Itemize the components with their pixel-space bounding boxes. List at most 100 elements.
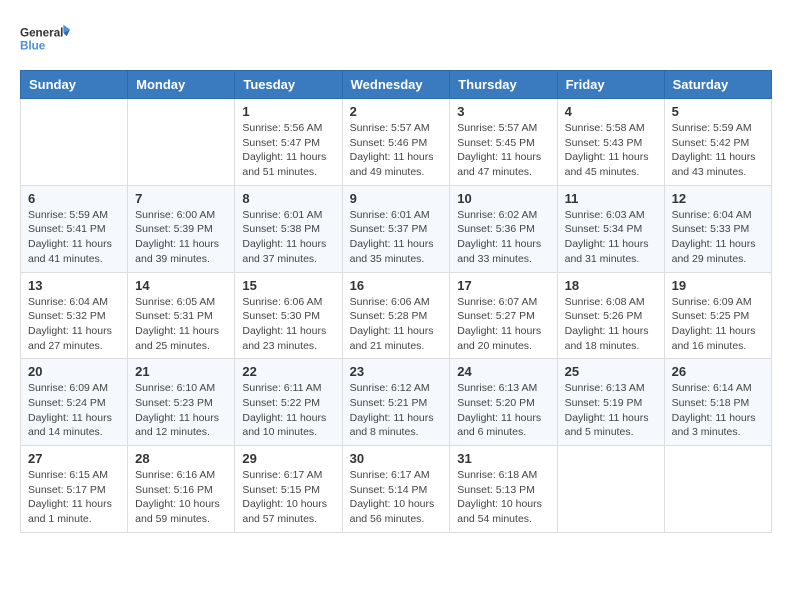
day-cell: 2Sunrise: 5:57 AM Sunset: 5:46 PM Daylig… xyxy=(342,99,450,186)
day-cell: 29 Sunrise: 6:17 AM Sunset: 5:15 PM Dayli… xyxy=(235,446,342,533)
day-number: 28 xyxy=(135,451,227,466)
day-number: 20 xyxy=(28,364,120,379)
day-cell: 19 Sunrise: 6:09 AM Sunset: 5:25 PM Dayli… xyxy=(664,272,771,359)
day-cell xyxy=(664,446,771,533)
weekday-header-row: SundayMondayTuesdayWednesdayThursdayFrid… xyxy=(21,71,772,99)
day-number: 1 xyxy=(242,104,334,119)
day-cell: 27 Sunrise: 6:15 AM Sunset: 5:17 PM Dayli… xyxy=(21,446,128,533)
day-detail: Sunrise: 6:14 AM Sunset: 5:18 PM Dayligh… xyxy=(672,381,764,440)
day-detail: Sunrise: 6:04 AM Sunset: 5:33 PM Dayligh… xyxy=(672,208,764,267)
day-number: 29 xyxy=(242,451,334,466)
day-cell: 31 Sunrise: 6:18 AM Sunset: 5:13 PM Dayli… xyxy=(450,446,557,533)
day-number: 13 xyxy=(28,278,120,293)
day-cell xyxy=(557,446,664,533)
day-cell: 3 Sunrise: 5:57 AM Sunset: 5:45 PM Daylig… xyxy=(450,99,557,186)
day-number: 22 xyxy=(242,364,334,379)
day-cell: 18 Sunrise: 6:08 AM Sunset: 5:26 PM Dayli… xyxy=(557,272,664,359)
day-cell: 28 Sunrise: 6:16 AM Sunset: 5:16 PM Dayli… xyxy=(128,446,235,533)
day-detail: Sunrise: 6:11 AM Sunset: 5:22 PM Dayligh… xyxy=(242,381,334,440)
day-number: 7 xyxy=(135,191,227,206)
day-number: 11 xyxy=(565,191,657,206)
day-number: 4 xyxy=(565,104,657,119)
day-detail: Sunrise: 6:12 AM Sunset: 5:21 PM Dayligh… xyxy=(350,381,443,440)
weekday-header-sunday: Sunday xyxy=(21,71,128,99)
day-detail: Sunrise: 6:07 AM Sunset: 5:27 PM Dayligh… xyxy=(457,295,549,354)
day-cell: 20 Sunrise: 6:09 AM Sunset: 5:24 PM Dayli… xyxy=(21,359,128,446)
day-detail: Sunrise: 6:16 AM Sunset: 5:16 PM Dayligh… xyxy=(135,468,227,527)
weekday-header-monday: Monday xyxy=(128,71,235,99)
weekday-header-wednesday: Wednesday xyxy=(342,71,450,99)
day-detail: Sunrise: 6:03 AM Sunset: 5:34 PM Dayligh… xyxy=(565,208,657,267)
day-detail: Sunrise: 6:06 AM Sunset: 5:28 PM Dayligh… xyxy=(350,295,443,354)
day-detail: Sunrise: 6:01 AM Sunset: 5:38 PM Dayligh… xyxy=(242,208,334,267)
day-cell: 25 Sunrise: 6:13 AM Sunset: 5:19 PM Dayli… xyxy=(557,359,664,446)
day-cell: 10Sunrise: 6:02 AM Sunset: 5:36 PM Dayli… xyxy=(450,185,557,272)
day-cell: 24 Sunrise: 6:13 AM Sunset: 5:20 PM Dayli… xyxy=(450,359,557,446)
week-row-1: 1 Sunrise: 5:56 AM Sunset: 5:47 PM Daylig… xyxy=(21,99,772,186)
day-cell: 21Sunrise: 6:10 AM Sunset: 5:23 PM Dayli… xyxy=(128,359,235,446)
day-number: 16 xyxy=(350,278,443,293)
day-cell: 5Sunrise: 5:59 AM Sunset: 5:42 PM Daylig… xyxy=(664,99,771,186)
logo: General Blue xyxy=(20,20,70,60)
day-cell: 1 Sunrise: 5:56 AM Sunset: 5:47 PM Daylig… xyxy=(235,99,342,186)
week-row-5: 27 Sunrise: 6:15 AM Sunset: 5:17 PM Dayli… xyxy=(21,446,772,533)
day-cell: 11 Sunrise: 6:03 AM Sunset: 5:34 PM Dayli… xyxy=(557,185,664,272)
weekday-header-thursday: Thursday xyxy=(450,71,557,99)
day-detail: Sunrise: 6:04 AM Sunset: 5:32 PM Dayligh… xyxy=(28,295,120,354)
day-detail: Sunrise: 6:06 AM Sunset: 5:30 PM Dayligh… xyxy=(242,295,334,354)
day-cell: 12 Sunrise: 6:04 AM Sunset: 5:33 PM Dayli… xyxy=(664,185,771,272)
day-detail: Sunrise: 5:56 AM Sunset: 5:47 PM Dayligh… xyxy=(242,121,334,180)
day-cell: 4 Sunrise: 5:58 AM Sunset: 5:43 PM Daylig… xyxy=(557,99,664,186)
day-detail: Sunrise: 6:05 AM Sunset: 5:31 PM Dayligh… xyxy=(135,295,227,354)
day-cell: 13 Sunrise: 6:04 AM Sunset: 5:32 PM Dayli… xyxy=(21,272,128,359)
day-number: 25 xyxy=(565,364,657,379)
day-number: 24 xyxy=(457,364,549,379)
day-cell: 14 Sunrise: 6:05 AM Sunset: 5:31 PM Dayli… xyxy=(128,272,235,359)
day-detail: Sunrise: 5:59 AM Sunset: 5:41 PM Dayligh… xyxy=(28,208,120,267)
week-row-2: 6 Sunrise: 5:59 AM Sunset: 5:41 PM Daylig… xyxy=(21,185,772,272)
day-number: 17 xyxy=(457,278,549,293)
weekday-header-friday: Friday xyxy=(557,71,664,99)
day-cell xyxy=(21,99,128,186)
week-row-3: 13 Sunrise: 6:04 AM Sunset: 5:32 PM Dayli… xyxy=(21,272,772,359)
day-detail: Sunrise: 6:09 AM Sunset: 5:24 PM Dayligh… xyxy=(28,381,120,440)
day-number: 15 xyxy=(242,278,334,293)
weekday-header-saturday: Saturday xyxy=(664,71,771,99)
day-number: 21 xyxy=(135,364,227,379)
day-detail: Sunrise: 6:15 AM Sunset: 5:17 PM Dayligh… xyxy=(28,468,120,527)
day-detail: Sunrise: 6:08 AM Sunset: 5:26 PM Dayligh… xyxy=(565,295,657,354)
day-detail: Sunrise: 6:09 AM Sunset: 5:25 PM Dayligh… xyxy=(672,295,764,354)
day-number: 18 xyxy=(565,278,657,293)
svg-text:General: General xyxy=(20,26,63,39)
day-number: 27 xyxy=(28,451,120,466)
day-cell: 8Sunrise: 6:01 AM Sunset: 5:38 PM Daylig… xyxy=(235,185,342,272)
day-cell: 26 Sunrise: 6:14 AM Sunset: 5:18 PM Dayli… xyxy=(664,359,771,446)
day-cell: 22 Sunrise: 6:11 AM Sunset: 5:22 PM Dayli… xyxy=(235,359,342,446)
day-number: 26 xyxy=(672,364,764,379)
calendar-table: SundayMondayTuesdayWednesdayThursdayFrid… xyxy=(20,70,772,533)
day-number: 14 xyxy=(135,278,227,293)
day-number: 31 xyxy=(457,451,549,466)
svg-text:Blue: Blue xyxy=(20,40,46,53)
day-number: 6 xyxy=(28,191,120,206)
day-detail: Sunrise: 6:18 AM Sunset: 5:13 PM Dayligh… xyxy=(457,468,549,527)
day-number: 19 xyxy=(672,278,764,293)
day-cell: 16 Sunrise: 6:06 AM Sunset: 5:28 PM Dayli… xyxy=(342,272,450,359)
day-cell xyxy=(128,99,235,186)
day-cell: 6 Sunrise: 5:59 AM Sunset: 5:41 PM Daylig… xyxy=(21,185,128,272)
day-cell: 7Sunrise: 6:00 AM Sunset: 5:39 PM Daylig… xyxy=(128,185,235,272)
day-detail: Sunrise: 6:13 AM Sunset: 5:20 PM Dayligh… xyxy=(457,381,549,440)
day-number: 23 xyxy=(350,364,443,379)
day-number: 5 xyxy=(672,104,764,119)
day-detail: Sunrise: 6:13 AM Sunset: 5:19 PM Dayligh… xyxy=(565,381,657,440)
day-number: 10 xyxy=(457,191,549,206)
day-cell: 17 Sunrise: 6:07 AM Sunset: 5:27 PM Dayli… xyxy=(450,272,557,359)
day-number: 12 xyxy=(672,191,764,206)
day-cell: 30Sunrise: 6:17 AM Sunset: 5:14 PM Dayli… xyxy=(342,446,450,533)
day-detail: Sunrise: 6:17 AM Sunset: 5:15 PM Dayligh… xyxy=(242,468,334,527)
day-detail: Sunrise: 5:58 AM Sunset: 5:43 PM Dayligh… xyxy=(565,121,657,180)
weekday-header-tuesday: Tuesday xyxy=(235,71,342,99)
day-number: 3 xyxy=(457,104,549,119)
day-detail: Sunrise: 5:57 AM Sunset: 5:45 PM Dayligh… xyxy=(457,121,549,180)
day-detail: Sunrise: 5:57 AM Sunset: 5:46 PM Dayligh… xyxy=(350,121,443,180)
